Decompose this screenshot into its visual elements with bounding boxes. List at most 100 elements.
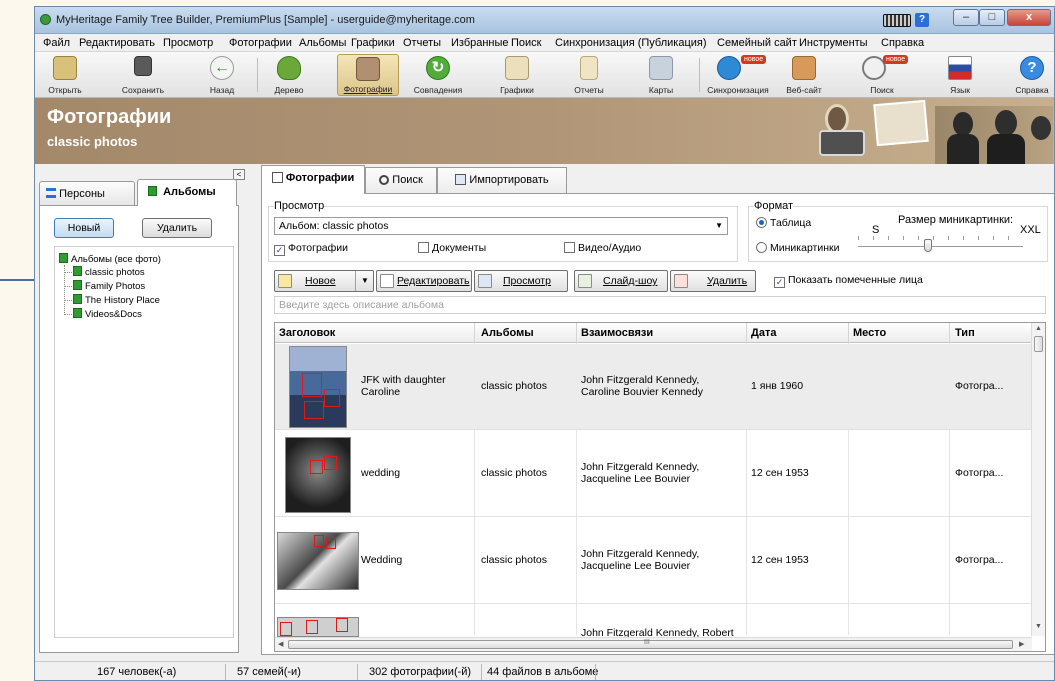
format-table-radio[interactable]: Таблица — [756, 217, 811, 229]
menu-search[interactable]: Поиск — [511, 37, 541, 49]
toolbar-sync-button[interactable]: новое Синхронизация — [705, 54, 771, 96]
toolbar-help-button[interactable]: ? Справка — [1011, 54, 1053, 96]
album-description-input[interactable]: Введите здесь описание альбома — [274, 296, 1046, 314]
close-button[interactable]: x — [1007, 9, 1051, 26]
album-select[interactable]: Альбом: classic photos ▼ — [274, 217, 728, 235]
row-relations-line: Jacqueline Lee Bouvier — [581, 560, 691, 572]
menu-family-site[interactable]: Семейный сайт — [717, 37, 797, 49]
toolbar-website-label: Веб-сайт — [786, 85, 822, 95]
view-photo-button[interactable]: Просмотр — [474, 270, 568, 292]
photos-icon — [356, 57, 380, 81]
scroll-right-icon[interactable]: ▶ — [1019, 640, 1024, 648]
menu-albums[interactable]: Альбомы — [299, 37, 346, 49]
menu-view[interactable]: Просмотр — [163, 37, 213, 49]
thumb-size-slider[interactable] — [858, 246, 1023, 249]
table-row[interactable]: John Fitzgerald Kennedy, Robert — [275, 605, 1032, 639]
keyboard-icon[interactable] — [883, 14, 911, 27]
delete-photo-button[interactable]: Удалить — [670, 270, 756, 292]
tab-photos[interactable]: Фотографии — [261, 165, 365, 194]
help-icon[interactable]: ? — [915, 13, 929, 27]
tree-album-history-place[interactable]: The History Place — [73, 294, 160, 306]
new-album-button[interactable]: Новый — [54, 218, 114, 238]
chevron-down-icon[interactable]: ▼ — [361, 271, 369, 291]
edit-photo-button[interactable]: Редактировать — [376, 270, 472, 292]
show-tagged-faces-label: Показать помеченные лица — [788, 274, 923, 286]
slideshow-button[interactable]: Слайд-шоу — [574, 270, 668, 292]
filter-video-audio-checkbox[interactable]: Видео/Аудио — [564, 242, 641, 254]
new-photo-button[interactable]: Новое ▼ — [274, 270, 374, 292]
maximize-button[interactable]: □ — [979, 9, 1005, 26]
filter-documents-checkbox[interactable]: Документы — [418, 242, 486, 254]
row-title: Wedding — [361, 554, 403, 566]
toolbar-open-button[interactable]: Открыть — [41, 54, 89, 96]
menu-edit[interactable]: Редактировать — [79, 37, 155, 49]
row-relations-line: John Fitzgerald Kennedy, — [581, 374, 700, 386]
row-relations-line: Jacqueline Lee Bouvier — [581, 473, 691, 485]
toolbar-maps-button[interactable]: Карты — [639, 54, 683, 96]
thumb-size-slider-handle[interactable] — [924, 239, 932, 252]
show-tagged-faces-checkbox[interactable]: ✓ Показать помеченные лица — [774, 274, 923, 288]
column-header-place[interactable]: Место — [853, 327, 886, 339]
tab-import[interactable]: Импортировать — [437, 167, 567, 193]
delete-album-button[interactable]: Удалить — [142, 218, 212, 238]
minimize-button[interactable]: – — [953, 9, 979, 26]
table-row[interactable]: wedding classic photos John Fitzgerald K… — [275, 431, 1032, 517]
photo-thumbnail[interactable] — [277, 532, 359, 590]
tree-root-all-photos[interactable]: Альбомы (все фото) — [59, 253, 161, 265]
tree-album-label: Family Photos — [85, 281, 146, 292]
menu-file[interactable]: Файл — [43, 37, 70, 49]
scroll-left-icon[interactable]: ◀ — [278, 640, 283, 648]
toolbar-search-button[interactable]: новое Поиск — [853, 54, 911, 96]
menu-favorites[interactable]: Избранные — [451, 37, 509, 49]
toolbar-help-label: Справка — [1015, 85, 1049, 95]
menu-charts[interactable]: Графики — [351, 37, 395, 49]
menu-bar: Файл Редактировать Просмотр Фотографии А… — [35, 34, 1054, 52]
photo-thumbnail[interactable] — [289, 346, 347, 428]
menu-help[interactable]: Справка — [881, 37, 924, 49]
column-header-date[interactable]: Дата — [751, 327, 776, 339]
vertical-scroll-thumb[interactable] — [1034, 336, 1043, 352]
menu-tools[interactable]: Инструменты — [799, 37, 868, 49]
toolbar-charts-button[interactable]: Графики — [491, 54, 543, 96]
row-date: 12 сен 1953 — [751, 554, 809, 566]
column-header-albums[interactable]: Альбомы — [481, 327, 534, 339]
view-icon — [478, 274, 492, 288]
status-album-files: 44 файлов в альбоме — [487, 666, 599, 678]
album-icon — [73, 308, 82, 318]
tree-album-family-photos[interactable]: Family Photos — [73, 280, 145, 292]
toolbar-save-button[interactable]: Сохранить — [115, 54, 171, 96]
row-relations: John Fitzgerald Kennedy, Jacqueline Lee … — [581, 548, 699, 572]
format-thumbnails-radio[interactable]: Миникартинки — [756, 242, 839, 254]
tree-album-classic-photos[interactable]: classic photos — [73, 266, 145, 278]
photo-thumbnail[interactable] — [285, 437, 351, 513]
charts-icon — [505, 56, 529, 80]
column-header-title[interactable]: Заголовок — [279, 327, 335, 339]
menu-sync[interactable]: Синхронизация (Публикация) — [555, 37, 707, 49]
menu-photos[interactable]: Фотографии — [229, 37, 292, 49]
tab-albums[interactable]: Альбомы — [137, 179, 237, 206]
column-header-type[interactable]: Тип — [955, 327, 975, 339]
tree-album-videos-docs[interactable]: Videos&Docs — [73, 308, 142, 320]
table-vertical-scrollbar[interactable]: ▲ ▼ — [1031, 323, 1045, 636]
toolbar-tree-button[interactable]: Дерево — [267, 54, 311, 96]
table-row[interactable]: JFK with daughter Caroline classic photo… — [275, 344, 1032, 430]
toolbar-photos-button[interactable]: Фотографии — [337, 54, 399, 96]
horizontal-scroll-thumb[interactable]: III — [288, 639, 1013, 649]
filter-photos-checkbox[interactable]: ✓ Фотографии — [274, 242, 348, 256]
table-row[interactable]: Wedding classic photos John Fitzgerald K… — [275, 518, 1032, 604]
scroll-up-icon[interactable]: ▲ — [1035, 325, 1042, 332]
toolbar-maps-label: Карты — [648, 85, 674, 95]
toolbar-back-button[interactable]: ← Назад — [199, 54, 245, 96]
menu-reports[interactable]: Отчеты — [403, 37, 441, 49]
checkbox-unchecked — [418, 242, 429, 253]
toolbar-website-button[interactable]: Веб-сайт — [777, 54, 831, 96]
scroll-down-icon[interactable]: ▼ — [1035, 623, 1042, 630]
photo-thumbnail[interactable] — [277, 617, 359, 637]
table-horizontal-scrollbar[interactable]: ◀ III ▶ — [275, 637, 1032, 651]
toolbar-reports-button[interactable]: Отчеты — [567, 54, 611, 96]
toolbar-matches-button[interactable]: ↻ Совпадения — [407, 54, 469, 96]
column-header-relations[interactable]: Взаимосвязи — [581, 327, 653, 339]
toolbar-language-button[interactable]: Язык — [943, 54, 977, 96]
tab-search[interactable]: Поиск — [365, 167, 437, 193]
tab-persons[interactable]: Персоны — [39, 181, 135, 205]
